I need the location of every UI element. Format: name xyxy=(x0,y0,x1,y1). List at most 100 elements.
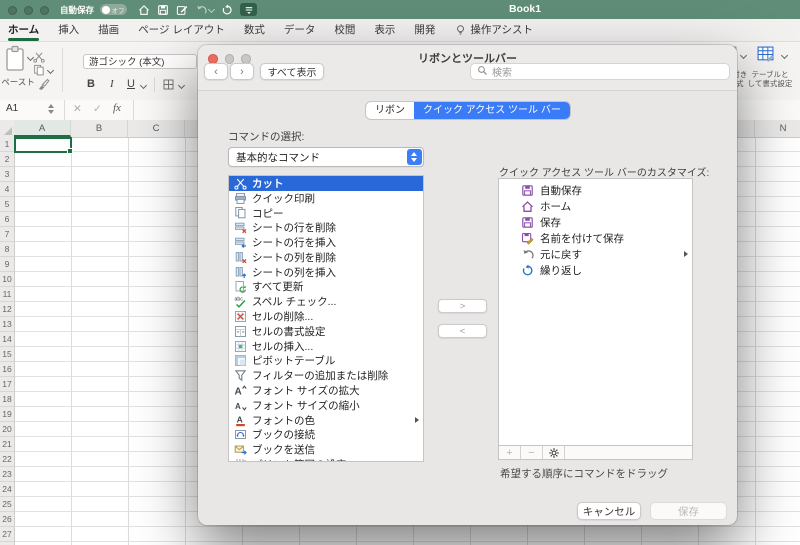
command-item[interactable]: シートの列を挿入 xyxy=(229,265,423,280)
chevron-down-icon[interactable] xyxy=(780,51,789,60)
row-header[interactable]: 10 xyxy=(0,272,14,287)
row-header[interactable]: 3 xyxy=(0,167,14,182)
qat-item[interactable]: 元に戻す xyxy=(499,246,692,262)
row-header[interactable]: 11 xyxy=(0,287,14,302)
command-item[interactable]: A フォント サイズの拡大 xyxy=(229,383,423,398)
remove-command-button[interactable]: < xyxy=(438,324,487,338)
column-header[interactable]: A xyxy=(14,120,71,137)
name-box[interactable]: A1 xyxy=(6,103,18,114)
ribbon-tab[interactable]: データ xyxy=(284,19,316,42)
toolbar-menu-icon[interactable] xyxy=(240,3,257,16)
command-item[interactable]: abc スペル チェック... xyxy=(229,294,423,309)
ribbon-tab[interactable]: 開発 xyxy=(414,19,435,42)
row-header[interactable]: 27 xyxy=(0,527,14,542)
command-item[interactable]: シートの行を削除 xyxy=(229,220,423,235)
underline-button[interactable]: U xyxy=(127,78,135,90)
remove-button[interactable]: − xyxy=(521,446,543,459)
row-header[interactable]: 16 xyxy=(0,362,14,377)
ribbon-tab[interactable]: 校閲 xyxy=(334,19,355,42)
edit-icon[interactable] xyxy=(176,4,188,16)
borders-icon[interactable] xyxy=(162,78,175,96)
command-item[interactable]: シートの列を削除 xyxy=(229,250,423,265)
row-header[interactable]: 6 xyxy=(0,212,14,227)
back-button[interactable]: ‹ xyxy=(204,63,228,80)
italic-button[interactable]: I xyxy=(110,78,114,90)
home-icon[interactable] xyxy=(138,4,150,16)
chevron-down-icon[interactable] xyxy=(139,81,148,90)
ribbon-tab[interactable]: 操作アシスト xyxy=(454,19,533,42)
command-category-dropdown[interactable]: 基本的なコマンド xyxy=(228,147,424,167)
bold-button[interactable]: B xyxy=(87,78,95,90)
row-header[interactable]: 8 xyxy=(0,242,14,257)
save-button[interactable]: 保存 xyxy=(650,502,727,520)
cancel-button[interactable]: キャンセル xyxy=(577,502,641,520)
autosave-toggle[interactable]: オフ xyxy=(100,4,127,15)
chevron-down-icon[interactable] xyxy=(177,81,186,90)
qat-item[interactable]: ホーム xyxy=(499,198,692,214)
row-header[interactable]: 15 xyxy=(0,347,14,362)
row-header[interactable]: 1 xyxy=(0,137,14,152)
select-all-corner[interactable] xyxy=(0,120,15,137)
ribbon-tab[interactable]: ページ レイアウト xyxy=(138,19,225,42)
command-item[interactable]: A フォント サイズの縮小 xyxy=(229,398,423,413)
row-header[interactable]: 9 xyxy=(0,257,14,272)
row-header[interactable]: 24 xyxy=(0,482,14,497)
add-command-button[interactable]: > xyxy=(438,299,487,313)
command-item[interactable]: ブックの接続 xyxy=(229,428,423,443)
row-header[interactable]: 2 xyxy=(0,152,14,167)
row-header[interactable]: 7 xyxy=(0,227,14,242)
column-header[interactable]: B xyxy=(71,120,128,137)
paste-label[interactable]: ペースト xyxy=(0,76,36,88)
name-box-stepper[interactable] xyxy=(48,104,54,114)
minimize-icon[interactable] xyxy=(24,6,33,15)
command-item[interactable]: セルの削除... xyxy=(229,309,423,324)
command-item[interactable]: フィルターの追加または削除 xyxy=(229,368,423,383)
font-name-box[interactable]: 游ゴシック (本文) xyxy=(83,54,197,69)
row-header[interactable]: 12 xyxy=(0,302,14,317)
ribbon-tab[interactable]: 表示 xyxy=(374,19,395,42)
command-item[interactable]: プリント範囲の設定 xyxy=(229,457,423,461)
close-icon[interactable] xyxy=(8,6,17,15)
qat-item[interactable]: 繰り返し xyxy=(499,262,692,278)
row-header[interactable]: 23 xyxy=(0,467,14,482)
format-as-table-label[interactable]: テーブルと して書式設定 xyxy=(746,70,794,88)
row-header[interactable]: 20 xyxy=(0,422,14,437)
row-header[interactable]: 22 xyxy=(0,452,14,467)
row-header[interactable]: 13 xyxy=(0,317,14,332)
command-item[interactable]: すべて更新 xyxy=(229,280,423,295)
qat-item[interactable]: 保存 xyxy=(499,214,692,230)
insert-function-button[interactable]: fx xyxy=(113,102,121,114)
undo-icon[interactable] xyxy=(195,4,216,16)
row-header[interactable]: 14 xyxy=(0,332,14,347)
ribbon-tab[interactable]: 描画 xyxy=(98,19,119,42)
save-icon[interactable] xyxy=(157,4,169,16)
format-painter-icon[interactable] xyxy=(37,78,50,96)
ribbon-tab[interactable]: ホーム xyxy=(8,19,40,42)
command-item[interactable]: セルの書式設定 xyxy=(229,324,423,339)
search-input[interactable]: 検索 xyxy=(470,63,730,80)
paste-icon[interactable] xyxy=(4,45,26,78)
tab-ribbon[interactable]: リボン xyxy=(366,102,414,119)
traffic-lights[interactable] xyxy=(8,6,49,15)
chevron-down-icon[interactable] xyxy=(739,51,748,60)
command-item[interactable]: シートの行を挿入 xyxy=(229,235,423,250)
row-header[interactable]: 25 xyxy=(0,497,14,512)
ribbon-tab[interactable]: 数式 xyxy=(244,19,265,42)
add-button[interactable]: + xyxy=(499,446,521,459)
column-header[interactable]: C xyxy=(128,120,185,137)
command-item[interactable]: セルの挿入... xyxy=(229,339,423,354)
column-header[interactable]: N xyxy=(755,120,800,137)
zoom-icon[interactable] xyxy=(40,6,49,15)
ribbon-tab[interactable]: 挿入 xyxy=(58,19,79,42)
row-header[interactable]: 4 xyxy=(0,182,14,197)
row-header[interactable]: 17 xyxy=(0,377,14,392)
row-header[interactable]: 19 xyxy=(0,407,14,422)
command-item[interactable]: カット xyxy=(229,176,423,191)
row-header[interactable]: 21 xyxy=(0,437,14,452)
row-header[interactable]: 26 xyxy=(0,512,14,527)
command-item[interactable]: ブックを送信 xyxy=(229,442,423,457)
row-header[interactable]: 5 xyxy=(0,197,14,212)
show-all-button[interactable]: すべて表示 xyxy=(260,63,324,80)
command-item[interactable]: クイック印刷 xyxy=(229,191,423,206)
enter-icon[interactable]: ✓ xyxy=(93,103,102,115)
